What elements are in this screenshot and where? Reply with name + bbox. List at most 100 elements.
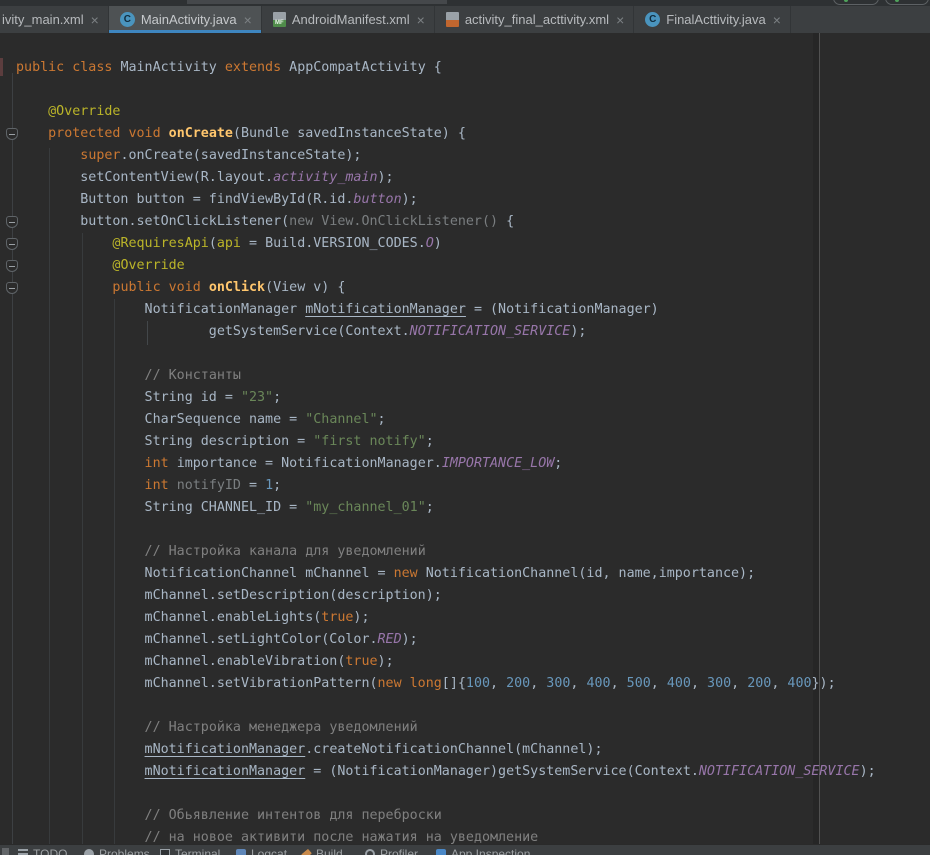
code-token: button.setOnClickListener( <box>16 214 289 229</box>
toolwindow-button-app-inspection[interactable]: App Inspection <box>436 847 530 855</box>
code-token <box>16 808 145 823</box>
code-token <box>16 544 145 559</box>
code-token: true <box>321 610 353 625</box>
fold-collapse-icon[interactable] <box>6 282 18 294</box>
close-icon[interactable]: × <box>244 13 252 27</box>
code-token: .createNotificationChannel(mChannel); <box>305 742 602 757</box>
code-line: String description = "first notify"; <box>16 431 876 453</box>
run-status-dot-icon <box>844 0 848 2</box>
code-line: // Настройка менеджера уведомлений <box>16 717 876 739</box>
tab-androidmanifest-xml[interactable]: MFAndroidManifest.xml× <box>262 6 435 33</box>
logcat-icon <box>236 849 246 855</box>
code-line: String id = "23"; <box>16 387 876 409</box>
toolwindow-button-todo[interactable]: TODO <box>18 847 67 855</box>
tab-mainactivity-java[interactable]: C MainActivity.java × <box>109 6 262 33</box>
code-line: public void onClick(View v) { <box>16 277 876 299</box>
code-token <box>16 104 48 119</box>
tool-window-bar: TODO Problems Terminal Logcat Build Profiler A… <box>0 844 930 855</box>
code-token: , <box>771 676 787 691</box>
code-token: ); <box>378 170 394 185</box>
code-token: "my_channel_01" <box>305 500 426 515</box>
tab-label: MainActivity.java <box>141 12 237 27</box>
code-token: new View.OnClickListener() <box>289 214 506 229</box>
code-content: public class MainActivity extends AppCom… <box>16 57 876 844</box>
close-icon[interactable]: × <box>91 13 99 27</box>
java-class-icon: C <box>120 12 135 27</box>
tab-activity-final-acttivity-xml[interactable]: activity_final_acttivity.xml× <box>435 6 634 33</box>
java-class-icon: C <box>645 12 660 27</box>
code-token: "first notify" <box>313 434 425 449</box>
code-token: 400 <box>667 676 691 691</box>
toolbar-button-1[interactable] <box>833 0 879 5</box>
fold-collapse-icon[interactable] <box>6 238 18 250</box>
code-token: public void <box>112 280 208 295</box>
code-line: getSystemService(Context.NOTIFICATION_SE… <box>16 321 876 343</box>
build-icon <box>301 849 312 855</box>
code-token: // на новое активити после нажатия на ув… <box>145 830 539 844</box>
code-line: mNotificationManager.createNotificationC… <box>16 739 876 761</box>
code-token <box>16 830 145 844</box>
toolwindow-button-logcat[interactable]: Logcat <box>236 847 287 855</box>
code-line <box>16 79 876 101</box>
close-icon[interactable]: × <box>616 13 624 27</box>
code-token: , <box>570 676 586 691</box>
tab-label: AndroidManifest.xml <box>292 12 410 27</box>
code-token: MainActivity <box>120 60 224 75</box>
code-token: 300 <box>546 676 570 691</box>
tab-label: FinalActtivity.java <box>666 12 765 27</box>
code-token: ); <box>353 610 369 625</box>
toolwindow-button-terminal[interactable]: Terminal <box>160 847 220 855</box>
toolwindow-button-profiler[interactable]: Profiler <box>365 847 418 855</box>
code-line: mChannel.setVibrationPattern(new long[]{… <box>16 673 876 695</box>
code-token: , <box>691 676 707 691</box>
code-token: = Build.VERSION_CODES. <box>241 236 426 251</box>
code-token: // Обьявление интентов для переброски <box>145 808 442 823</box>
code-line: button.setOnClickListener(new View.OnCli… <box>16 211 876 233</box>
close-icon[interactable]: × <box>417 13 425 27</box>
code-token: String id = <box>16 390 241 405</box>
code-line <box>16 519 876 541</box>
code-token: 200 <box>747 676 771 691</box>
tool-window-icon[interactable] <box>2 848 9 855</box>
tab-ivity-main-xml[interactable]: ivity_main.xml× <box>0 6 109 33</box>
code-line: // Константы <box>16 365 876 387</box>
toolwindow-label: Problems <box>99 847 150 855</box>
code-line: // Обьявление интентов для переброски <box>16 805 876 827</box>
code-token: @RequiresApi <box>112 236 208 251</box>
code-token: onCreate <box>169 126 233 141</box>
code-token: mChannel.enableVibration( <box>16 654 345 669</box>
code-token: new long <box>378 676 442 691</box>
code-line: @Override <box>16 255 876 277</box>
code-token: Button button = findViewById(R.id. <box>16 192 353 207</box>
code-token: RED <box>378 632 402 647</box>
todo-icon <box>18 849 28 855</box>
code-line: int importance = NotificationManager.IMP… <box>16 453 876 475</box>
code-token: = <box>241 478 265 493</box>
code-token: String CHANNEL_ID = <box>16 500 305 515</box>
code-editor[interactable]: public class MainActivity extends AppCom… <box>0 33 930 844</box>
toolbar-button-2[interactable] <box>885 0 929 5</box>
toolwindow-button-build[interactable]: Build <box>302 847 343 855</box>
profiler-icon <box>365 849 375 855</box>
code-token: true <box>345 654 377 669</box>
fold-collapse-icon[interactable] <box>6 128 18 140</box>
code-line: // на новое активити после нажатия на ув… <box>16 827 876 844</box>
code-line: String CHANNEL_ID = "my_channel_01"; <box>16 497 876 519</box>
code-token <box>16 258 112 273</box>
code-token: ); <box>402 632 418 647</box>
close-icon[interactable]: × <box>773 13 781 27</box>
terminal-icon <box>160 849 170 855</box>
code-line: protected void onCreate(Bundle savedInst… <box>16 123 876 145</box>
code-token: api <box>217 236 241 251</box>
code-token: ; <box>378 412 386 427</box>
code-token: 100 <box>466 676 490 691</box>
code-line: NotificationManager mNotificationManager… <box>16 299 876 321</box>
fold-collapse-icon[interactable] <box>6 216 18 228</box>
code-token <box>16 478 145 493</box>
tab-finalacttivity-java[interactable]: C FinalActtivity.java × <box>634 6 791 33</box>
toolwindow-button-problems[interactable]: Problems <box>84 847 150 855</box>
code-token <box>16 280 112 295</box>
code-token: O <box>426 236 434 251</box>
fold-collapse-icon[interactable] <box>6 260 18 272</box>
code-token: int <box>145 478 169 493</box>
